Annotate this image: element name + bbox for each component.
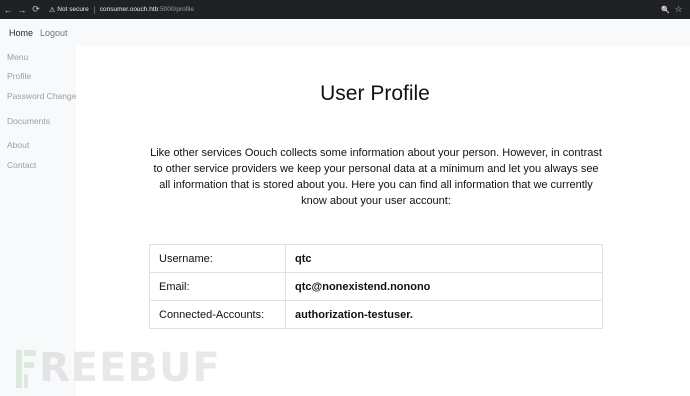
username-label: Username: [149, 244, 286, 273]
table-row: Connected-Accounts: authorization-testus… [149, 300, 603, 329]
freebuf-watermark: REEBUF [16, 346, 221, 390]
sidebar-item-documents[interactable]: Documents [7, 116, 50, 126]
forward-arrow-icon[interactable]: → [15, 0, 29, 19]
username-value: qtc [285, 244, 603, 273]
bookmark-star-icon[interactable]: ☆ [672, 0, 685, 19]
nav-logout-link[interactable]: Logout [40, 28, 68, 38]
intro-paragraph: Like other services Oouch collects some … [150, 147, 602, 207]
zoom-icon[interactable]: 🔍 [659, 0, 672, 19]
table-row: Email: qtc@nonexistend.nonono [149, 272, 603, 301]
top-navbar: Home Logout [0, 19, 690, 46]
email-label: Email: [149, 272, 286, 301]
sidebar-item-profile[interactable]: Profile [7, 71, 31, 81]
profile-table: Username: qtc Email: qtc@nonexistend.non… [149, 244, 603, 329]
page-title: User Profile [320, 82, 430, 105]
email-value: qtc@nonexistend.nonono [285, 272, 603, 301]
sidebar-item-about[interactable]: About [7, 140, 29, 150]
nav-home-link[interactable]: Home [9, 28, 33, 38]
address-bar[interactable]: ⚠ Not secure consumer.oouch.htb:5000/pro… [49, 0, 194, 19]
sidebar-item-menu: Menu [7, 52, 29, 62]
url-path[interactable]: :5000/profile [158, 6, 194, 13]
back-arrow-icon[interactable]: ← [1, 0, 15, 19]
sidebar-item-contact[interactable]: Contact [7, 160, 36, 170]
url-host[interactable]: consumer.oouch.htb [100, 6, 159, 13]
connected-accounts-value: authorization-testuser. [285, 300, 603, 329]
not-secure-label[interactable]: Not secure [57, 6, 88, 13]
sidebar-item-password-change[interactable]: Password Change [7, 91, 76, 101]
browser-toolbar: ← → ⟳ ⚠ Not secure consumer.oouch.htb:50… [0, 0, 690, 19]
table-row: Username: qtc [149, 244, 603, 273]
connected-accounts-label: Connected-Accounts: [149, 300, 286, 329]
freebuf-logo-icon [16, 348, 36, 388]
warning-icon: ⚠ [49, 6, 56, 14]
divider [93, 5, 95, 14]
reload-icon[interactable]: ⟳ [29, 0, 43, 19]
sidebar: Menu Profile Password Change Documents A… [0, 46, 76, 396]
watermark-text: REEBUF [39, 345, 221, 391]
